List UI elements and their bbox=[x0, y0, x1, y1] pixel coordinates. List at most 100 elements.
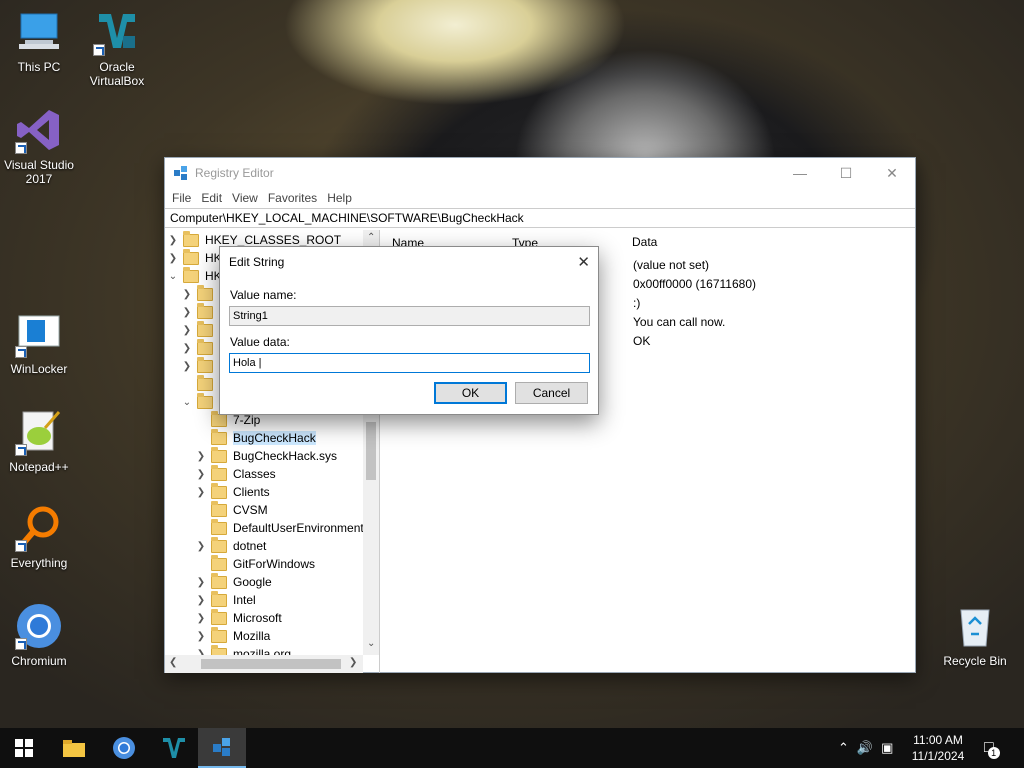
taskbar-virtualbox[interactable] bbox=[150, 728, 198, 768]
desktop-icon-label: This PC bbox=[17, 60, 61, 74]
scroll-thumb[interactable] bbox=[201, 659, 341, 669]
folder-icon bbox=[211, 446, 227, 463]
desktop-icon-everything[interactable]: Everything bbox=[0, 504, 78, 570]
tree-item-selected[interactable]: BugCheckHack bbox=[195, 428, 316, 447]
desktop-icon-virtualbox[interactable]: Oracle VirtualBox bbox=[78, 8, 156, 88]
speaker-icon[interactable]: 🔊 bbox=[857, 740, 873, 756]
value-data-label: Value data: bbox=[230, 335, 290, 349]
scroll-up-icon[interactable]: ⌃ bbox=[367, 232, 375, 243]
tree-item[interactable]: GitForWindows bbox=[195, 554, 316, 573]
tree-item[interactable]: ❯ Mozilla bbox=[195, 626, 271, 645]
chevron-up-icon[interactable]: ⌃ bbox=[838, 740, 849, 756]
menu-file[interactable]: File bbox=[167, 191, 196, 205]
edit-string-dialog[interactable]: Edit String ✕ Value name: String1 Value … bbox=[219, 246, 599, 415]
chevron-right-icon: ❯ bbox=[196, 486, 206, 498]
shortcut-arrow-icon bbox=[93, 44, 105, 56]
taskbar: ⌃ 🔊 ▣ 11:00 AM 11/1/2024 □ 1 bbox=[0, 728, 1024, 768]
folder-icon bbox=[211, 554, 227, 571]
scroll-right-icon[interactable]: ❯ bbox=[349, 657, 357, 668]
chevron-right-icon: ❯ bbox=[182, 288, 192, 300]
desktop-icon-visual-studio[interactable]: Visual Studio 2017 bbox=[0, 106, 78, 186]
scroll-left-icon[interactable]: ❮ bbox=[169, 657, 177, 668]
close-button[interactable]: ✕ bbox=[869, 158, 915, 188]
maximize-button[interactable]: ☐ bbox=[823, 158, 869, 188]
tree-item[interactable]: ❯ dotnet bbox=[195, 536, 266, 555]
registry-editor-window[interactable]: Registry Editor — ☐ ✕ File Edit View Fav… bbox=[164, 157, 916, 673]
menu-favorites[interactable]: Favorites bbox=[263, 191, 322, 205]
close-icon[interactable]: ✕ bbox=[577, 253, 590, 271]
desktop-icon-recycle-bin[interactable]: Recycle Bin bbox=[936, 602, 1014, 668]
chevron-right-icon: ❯ bbox=[182, 360, 192, 372]
taskbar-chromium[interactable] bbox=[100, 728, 148, 768]
chromium-icon bbox=[113, 737, 135, 759]
folder-icon bbox=[211, 536, 227, 553]
value-name-field[interactable]: String1 bbox=[229, 306, 590, 326]
tree-item[interactable]: CVSM bbox=[195, 500, 268, 519]
tree-item-label: HKEY_CLASSES_ROOT bbox=[205, 233, 342, 247]
tree-item[interactable]: ❯ Google bbox=[195, 572, 272, 591]
minimize-button[interactable]: — bbox=[777, 158, 823, 188]
scroll-thumb[interactable] bbox=[366, 422, 376, 480]
tree-item-label: DefaultUserEnvironment bbox=[233, 521, 364, 535]
value-data-cell[interactable]: OK bbox=[633, 334, 650, 348]
system-tray: ⌃ 🔊 ▣ bbox=[838, 728, 893, 768]
folder-icon bbox=[211, 518, 227, 535]
folder-icon bbox=[211, 428, 227, 445]
value-data-cell[interactable]: 0x00ff0000 (16711680) bbox=[633, 277, 756, 291]
folder-icon bbox=[63, 740, 85, 757]
menu-help[interactable]: Help bbox=[322, 191, 357, 205]
menu-edit[interactable]: Edit bbox=[196, 191, 227, 205]
value-data-cell[interactable]: :) bbox=[633, 296, 640, 310]
tree-item-label: Clients bbox=[233, 485, 270, 499]
menu-view[interactable]: View bbox=[227, 191, 263, 205]
value-data-cell[interactable]: You can call now. bbox=[633, 315, 725, 329]
action-center-button[interactable]: □ 1 bbox=[984, 728, 1000, 768]
folder-icon bbox=[211, 608, 227, 625]
chevron-down-icon: ⌄ bbox=[182, 396, 192, 408]
tree-item[interactable]: ❯ Intel bbox=[195, 590, 256, 609]
window-title: Registry Editor bbox=[195, 166, 274, 180]
tree-item-label: GitForWindows bbox=[233, 557, 316, 571]
window-titlebar[interactable]: Registry Editor — ☐ ✕ bbox=[165, 158, 915, 188]
column-header-data[interactable]: Data bbox=[632, 235, 657, 249]
network-icon[interactable]: ▣ bbox=[881, 740, 893, 756]
desktop-icon-notepadpp[interactable]: Notepad++ bbox=[0, 408, 78, 474]
desktop-icon-chromium[interactable]: Chromium bbox=[0, 602, 78, 668]
value-data-field[interactable]: Hola | bbox=[229, 353, 590, 373]
tree-horizontal-scrollbar[interactable]: ❮ ❯ bbox=[165, 655, 363, 673]
cancel-button[interactable]: Cancel bbox=[515, 382, 588, 404]
desktop-icon-label: Chromium bbox=[11, 654, 67, 668]
folder-icon bbox=[197, 320, 213, 337]
folder-icon bbox=[211, 572, 227, 589]
chevron-right-icon: ❯ bbox=[168, 234, 178, 246]
chevron-right-icon: ❯ bbox=[182, 342, 192, 354]
everything-search-icon bbox=[15, 504, 63, 552]
tree-item-label: 7-Zip bbox=[233, 413, 261, 427]
chevron-right-icon: ❯ bbox=[196, 594, 206, 606]
tree-item[interactable]: ❯ Clients bbox=[195, 482, 270, 501]
tree-item[interactable]: ❯ Classes bbox=[195, 464, 276, 483]
tree-item[interactable]: DefaultUserEnvironment bbox=[195, 518, 364, 537]
value-data-cell[interactable]: (value not set) bbox=[633, 258, 709, 272]
taskbar-clock[interactable]: 11:00 AM 11/1/2024 bbox=[906, 732, 970, 764]
desktop-icon-winlocker[interactable]: WinLocker bbox=[0, 310, 78, 376]
chevron-right-icon: ❯ bbox=[196, 468, 206, 480]
taskbar-file-explorer[interactable] bbox=[50, 728, 98, 768]
clock-date: 11/1/2024 bbox=[911, 749, 965, 763]
tree-item-label: Mozilla bbox=[233, 629, 271, 643]
shortcut-arrow-icon bbox=[15, 444, 27, 456]
shortcut-arrow-icon bbox=[15, 346, 27, 358]
start-button[interactable] bbox=[0, 728, 48, 768]
tree-item[interactable]: ❯ Microsoft bbox=[195, 608, 282, 627]
taskbar-registry-editor[interactable] bbox=[198, 728, 246, 768]
desktop-icon-label: Notepad++ bbox=[9, 460, 69, 474]
folder-icon bbox=[197, 302, 213, 319]
scroll-down-icon[interactable]: ⌄ bbox=[367, 638, 375, 649]
registry-editor-icon bbox=[174, 166, 187, 180]
desktop-icon-this-pc[interactable]: This PC bbox=[0, 8, 78, 74]
ok-button[interactable]: OK bbox=[434, 382, 507, 404]
chevron-right-icon: ❯ bbox=[196, 450, 206, 462]
notification-badge: 1 bbox=[987, 747, 1000, 759]
tree-item[interactable]: ❯ BugCheckHack.sys bbox=[195, 446, 337, 465]
address-bar[interactable]: Computer\HKEY_LOCAL_MACHINE\SOFTWARE\Bug… bbox=[165, 208, 915, 228]
